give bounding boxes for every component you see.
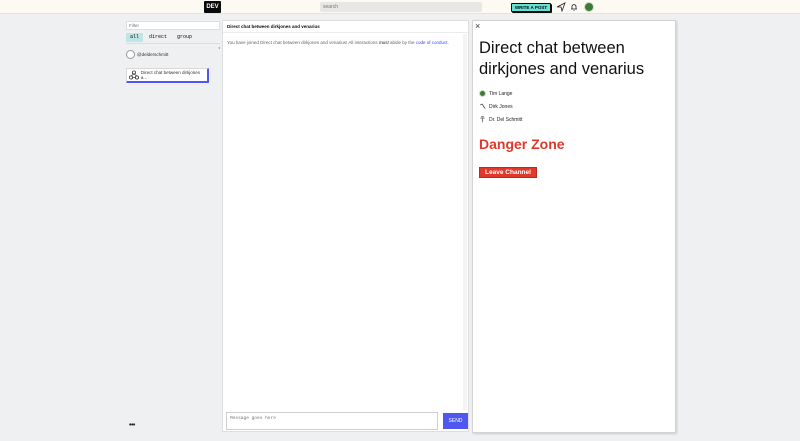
avatar <box>479 90 486 97</box>
filter-input[interactable] <box>126 21 220 30</box>
search-input[interactable] <box>320 2 482 12</box>
member-item[interactable]: Dr. Del Schmitt <box>479 116 522 123</box>
member-name: Dirk Jones <box>489 103 513 110</box>
bell-icon[interactable] <box>569 2 579 12</box>
member-name: Tim Lange <box>489 90 513 97</box>
group-icon <box>129 70 139 80</box>
chip-direct[interactable]: direct <box>145 33 171 42</box>
sidebar-collapse-icon[interactable]: ◂ <box>218 45 220 50</box>
leave-channel-button[interactable]: Leave Channel <box>479 167 537 178</box>
dev-logo[interactable]: DEV <box>204 1 221 13</box>
avatar-icon <box>126 49 135 59</box>
channel-item-active[interactable]: Direct chat between dirkjones a... <box>126 68 209 83</box>
channel-label: @delderschmitt <box>137 51 169 57</box>
channel-details-panel: × Direct chat between dirkjones and vena… <box>472 20 676 433</box>
avatar <box>480 103 486 109</box>
connect-icon[interactable] <box>556 2 566 12</box>
chat-title: Direct chat between dirkjones and venari… <box>223 21 468 33</box>
danger-zone-heading: Danger Zone <box>479 136 565 152</box>
write-post-button[interactable]: WRITE A POST <box>511 3 551 12</box>
more-options-icon[interactable]: ••• <box>129 422 135 429</box>
member-name: Dr. Del Schmitt <box>489 116 523 123</box>
channel-label: Direct chat between dirkjones a... <box>140 70 200 80</box>
channel-item[interactable]: @delderschmitt <box>126 49 220 59</box>
message-input[interactable] <box>226 412 438 430</box>
chip-all[interactable]: all <box>126 33 144 42</box>
chat-scrollbar[interactable] <box>463 34 467 410</box>
member-item[interactable]: Tim Lange <box>479 90 512 97</box>
member-item[interactable]: Dirk Jones <box>479 103 513 110</box>
avatar <box>480 116 485 123</box>
top-nav: DEV WRITE A POST <box>0 0 800 14</box>
send-button[interactable]: SEND <box>443 413 468 429</box>
channel-sidebar: all direct group @delderschmitt Direct c… <box>123 17 220 433</box>
filter-chips: all direct group <box>126 33 196 42</box>
close-icon[interactable]: × <box>475 21 480 31</box>
channel-title: Direct chat between dirkjones and venari… <box>479 39 645 78</box>
chat-panel: Direct chat between dirkjones and venari… <box>222 20 469 432</box>
sidebar-divider <box>126 43 220 44</box>
system-message: You have joined Direct chat between dirk… <box>227 40 449 45</box>
user-avatar[interactable] <box>584 2 594 12</box>
code-of-conduct-link[interactable]: code of conduct <box>416 40 448 45</box>
chip-group[interactable]: group <box>173 33 196 42</box>
